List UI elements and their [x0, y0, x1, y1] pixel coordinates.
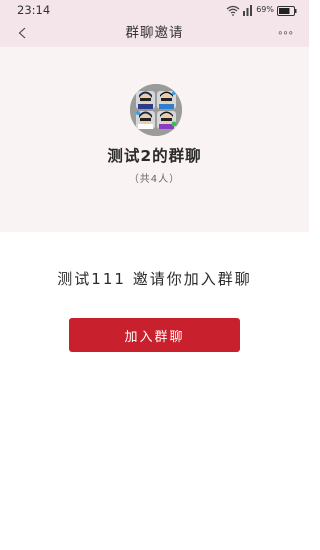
page-title: 群聊邀请 — [125, 25, 184, 41]
group-name: 测试2的群聊 — [107, 147, 202, 165]
status-time: 23:14 — [17, 3, 51, 17]
more-options-button[interactable]: ∘∘∘ — [273, 20, 297, 47]
wifi-icon — [226, 1, 240, 20]
invite-message: 测试111 邀请你加入群聊 — [57, 270, 252, 288]
header-area: 23:14 69% 群聊邀请 ∘∘∘ — [0, 0, 309, 47]
group-avatar — [130, 84, 182, 136]
status-bar: 23:14 69% — [0, 0, 309, 20]
member-count: （共4人） — [128, 174, 181, 185]
battery-icon — [277, 1, 297, 20]
member-avatar-icon — [136, 91, 155, 109]
join-group-button[interactable]: 加入群聊 — [69, 318, 240, 352]
battery-percent: 69% — [256, 5, 274, 14]
signal-icon — [243, 1, 253, 20]
group-info-card: 测试2的群聊 （共4人） — [0, 47, 309, 232]
more-dots-icon: ∘∘∘ — [277, 28, 294, 39]
nav-bar: 群聊邀请 ∘∘∘ — [0, 20, 309, 47]
status-icons: 69% — [226, 4, 297, 16]
